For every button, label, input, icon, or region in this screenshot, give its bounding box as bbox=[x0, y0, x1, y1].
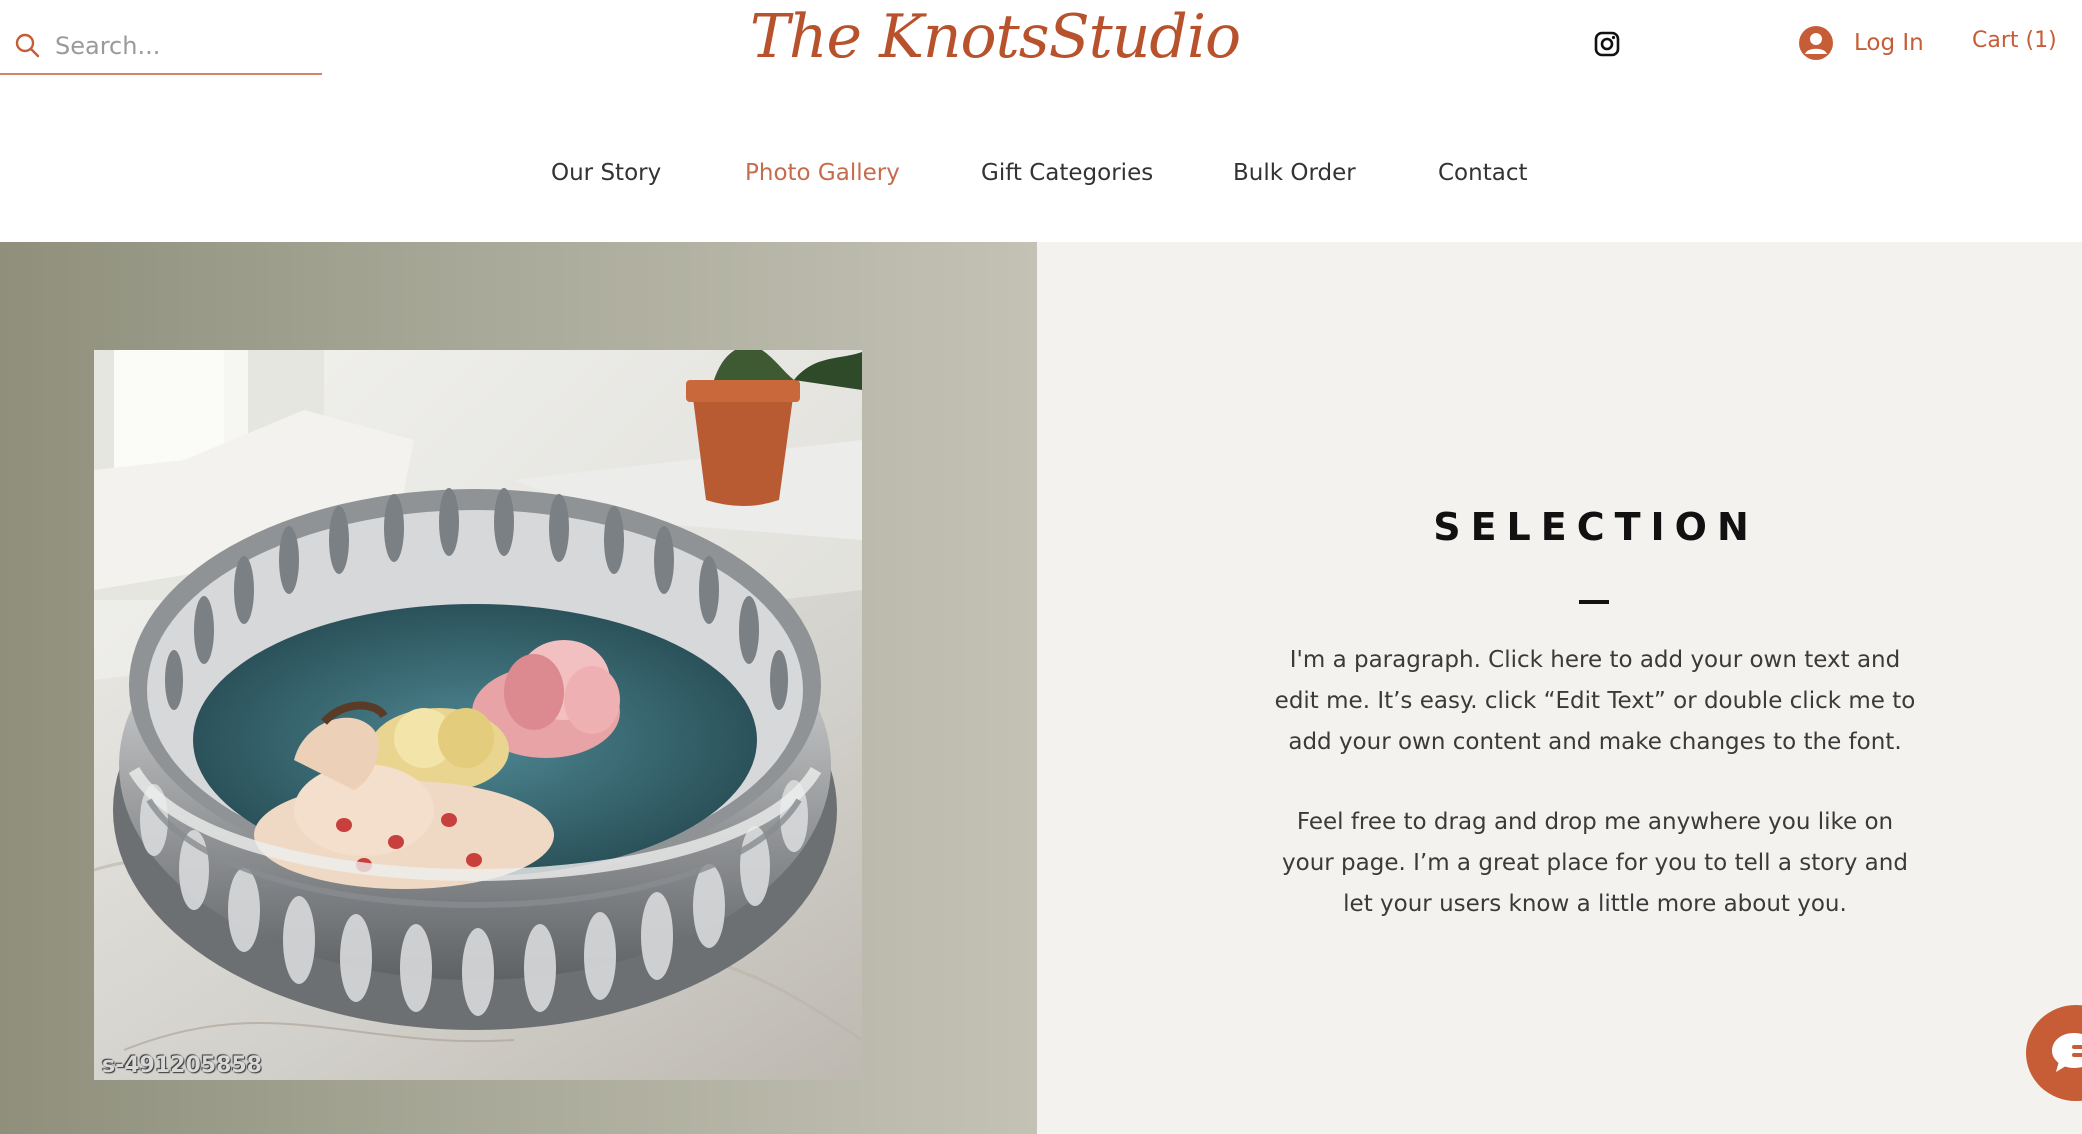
search-input[interactable] bbox=[55, 24, 315, 68]
selection-paragraph-1: I'm a paragraph. Click here to add your … bbox=[1274, 647, 1916, 755]
title-divider bbox=[1579, 600, 1609, 604]
main-nav: Our Story Photo Gallery Gift Categories … bbox=[0, 160, 2082, 194]
silver-bowl-photo bbox=[94, 350, 862, 1080]
site-header: The KnotsStudio Log In Cart (1) Our Stor… bbox=[0, 0, 2082, 242]
site-logo[interactable]: The KnotsStudio bbox=[750, 2, 1241, 72]
search-icon[interactable] bbox=[14, 32, 40, 58]
login-label: Log In bbox=[1854, 30, 1924, 56]
nav-item-bulk-order[interactable]: Bulk Order bbox=[1233, 160, 1356, 186]
nav-item-gift-categories[interactable]: Gift Categories bbox=[981, 160, 1153, 186]
cart-link[interactable]: Cart (1) bbox=[1972, 28, 2057, 53]
nav-item-photo-gallery[interactable]: Photo Gallery bbox=[745, 160, 900, 186]
selection-paragraph-2: Feel free to drag and drop me anywhere y… bbox=[1282, 809, 1908, 917]
selection-title: SELECTION bbox=[1433, 505, 1759, 549]
search-bar[interactable] bbox=[0, 18, 322, 75]
login-button[interactable]: Log In bbox=[1798, 22, 1924, 64]
gallery-photo[interactable]: s-491205858 bbox=[94, 350, 862, 1080]
nav-item-contact[interactable]: Contact bbox=[1438, 160, 1527, 186]
account-avatar-icon bbox=[1799, 26, 1833, 60]
photo-code-watermark: s-491205858 bbox=[102, 1053, 262, 1078]
chat-icon bbox=[2052, 1033, 2082, 1072]
nav-item-our-story[interactable]: Our Story bbox=[551, 160, 661, 186]
instagram-icon[interactable] bbox=[1593, 30, 1621, 58]
